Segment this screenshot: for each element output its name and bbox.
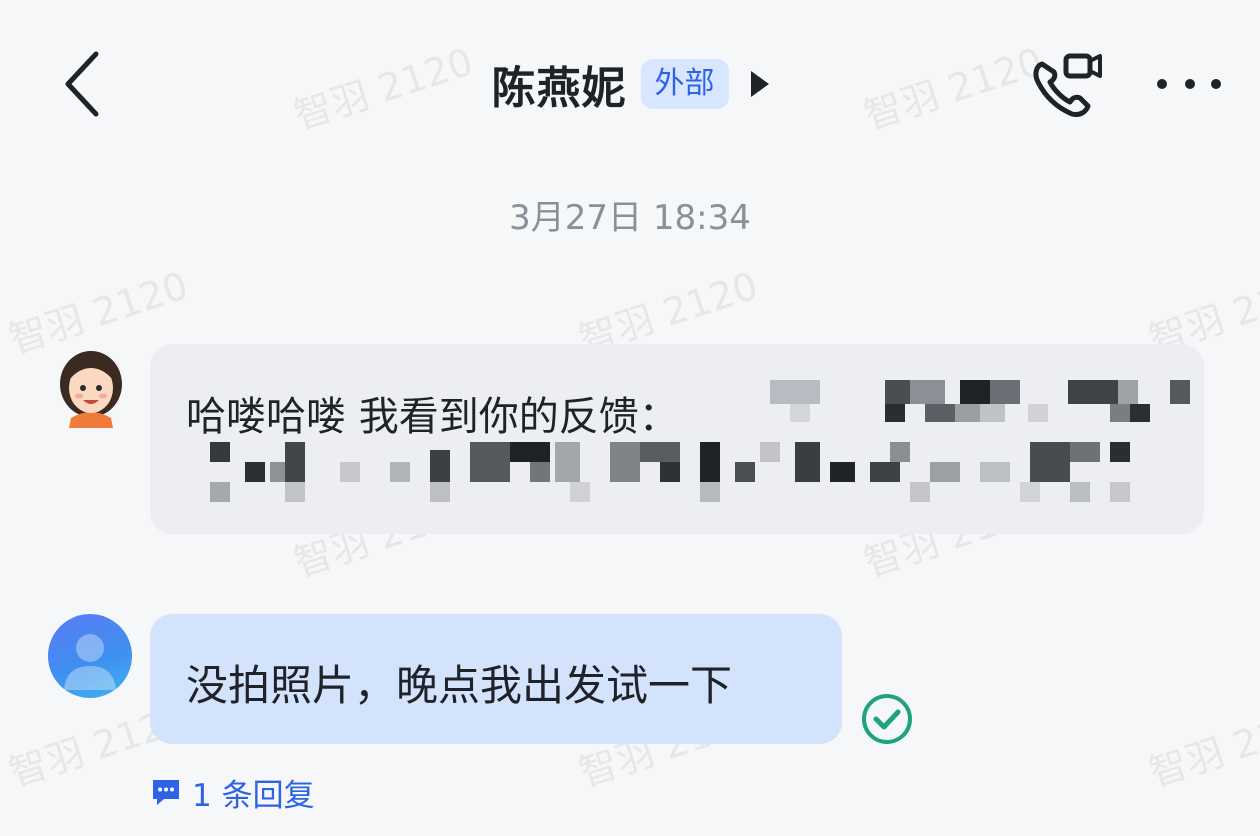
redacted-content <box>210 380 1190 502</box>
read-check-icon <box>862 694 912 744</box>
external-badge: 外部 <box>640 59 729 109</box>
call-button[interactable] <box>1028 50 1106 120</box>
message-text: 没拍照片，晚点我出发试一下 <box>186 661 733 710</box>
my-avatar[interactable] <box>48 614 132 698</box>
reply-count: 1 条回复 <box>192 777 315 814</box>
chat-header: 陈燕妮 外部 <box>0 0 1260 170</box>
ellipsis-icon <box>1157 79 1221 89</box>
read-status <box>860 692 914 746</box>
contact-avatar[interactable] <box>55 346 127 428</box>
more-options-button[interactable] <box>1150 62 1230 106</box>
thread-reply-link[interactable]: 1 条回复 <box>150 770 315 814</box>
message-timestamp: 3月27日 18:34 <box>509 198 751 238</box>
user-silhouette-icon <box>64 634 116 690</box>
cartoon-girl-avatar-icon <box>60 351 122 428</box>
outgoing-message-bubble[interactable]: 没拍照片，晚点我出发试一下 <box>150 614 842 744</box>
comment-icon <box>153 780 179 805</box>
phone-video-icon <box>1033 53 1102 117</box>
expand-caret-icon <box>750 71 769 97</box>
incoming-message-bubble[interactable]: 哈喽哈喽 我看到你的反馈： <box>150 344 1204 534</box>
watermark: 智羽 2120 <box>1143 696 1260 796</box>
contact-name: 陈燕妮 <box>491 63 627 114</box>
